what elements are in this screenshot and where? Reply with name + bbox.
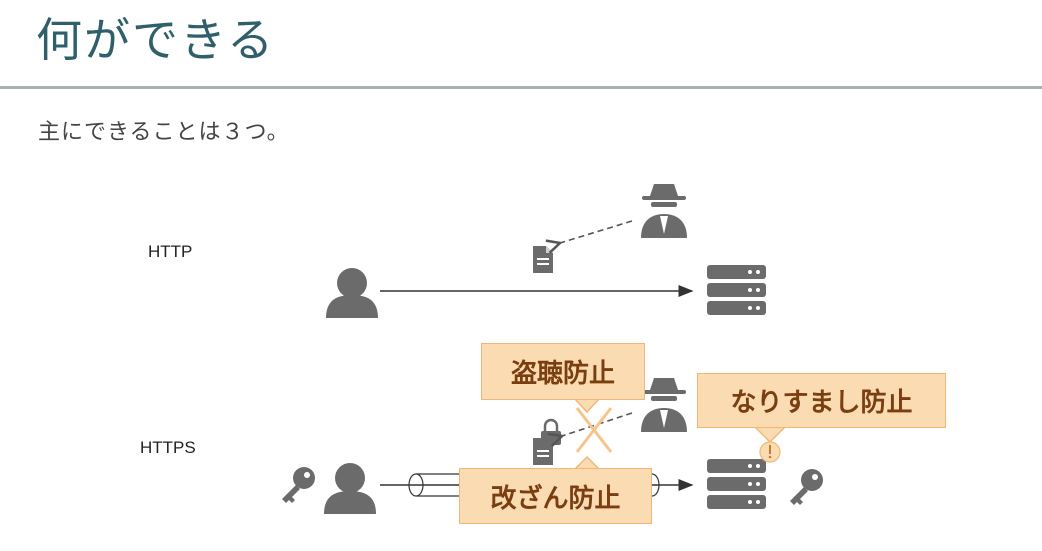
spoofing-callout-pointer [753, 426, 787, 444]
https-spy-icon [641, 378, 687, 432]
tamper-callout: 改ざん防止 [459, 468, 652, 524]
eavesdrop-callout: 盗聴防止 [481, 343, 645, 400]
lock-icon [541, 418, 561, 445]
https-server-icon [707, 459, 766, 509]
warning-icon [759, 441, 781, 463]
http-user-icon [326, 268, 378, 318]
http-document-icon [533, 246, 553, 273]
client-key-icon [282, 467, 315, 503]
http-spy-icon [641, 184, 687, 238]
https-user-icon [324, 463, 376, 514]
server-key-icon [790, 469, 823, 505]
http-server-icon [707, 265, 766, 315]
http-eavesdrop-arrow [545, 220, 633, 254]
spoofing-callout: なりすまし防止 [697, 373, 946, 428]
